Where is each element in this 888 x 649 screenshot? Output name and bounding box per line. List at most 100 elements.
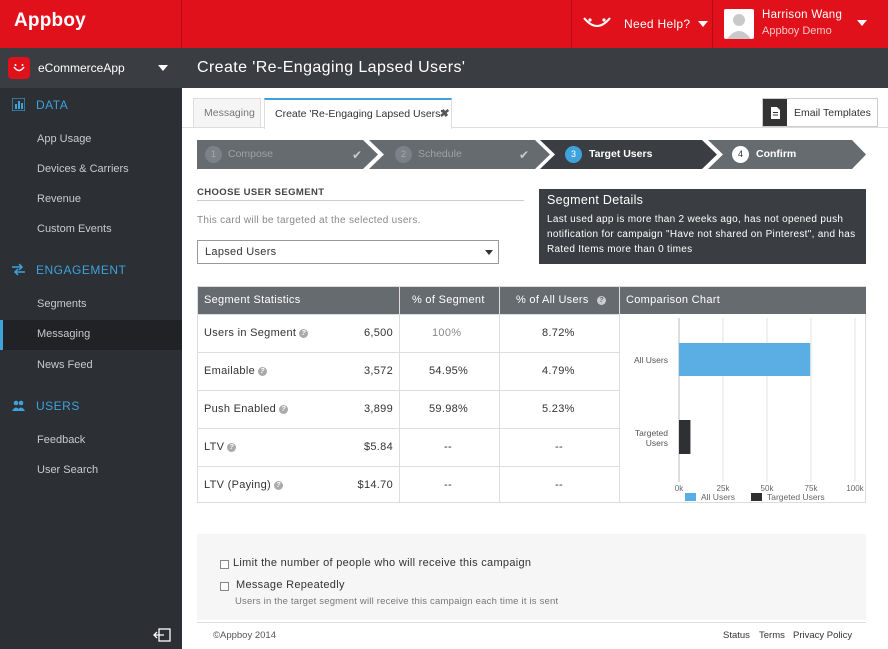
row-pct-segment: -- [444, 441, 452, 453]
chart-legend-swatch [685, 493, 696, 501]
row-label: Push Enabled [204, 403, 277, 415]
step-schedule[interactable]: 2 Schedule ✔ [369, 140, 551, 169]
smile-icon [583, 17, 611, 27]
sidebar-section-label: DATA [36, 98, 69, 112]
checkmark-icon: ✔ [352, 148, 363, 162]
need-help-menu[interactable]: Need Help? [572, 0, 712, 48]
row-value: 6,500 [363, 327, 393, 339]
step-number: 1 [205, 146, 222, 163]
limit-recipients-checkbox[interactable] [220, 560, 229, 569]
tab-label: Messaging [204, 107, 255, 119]
top-header: Appboy Need Help? Harrison Wang Appboy D… [0, 0, 888, 48]
info-icon[interactable]: ? [597, 296, 606, 305]
sidebar-item-news-feed[interactable]: News Feed [0, 351, 182, 381]
row-value: 3,572 [363, 365, 393, 377]
sidebar: eCommerceApp DATA App Usage Devices & Ca… [0, 48, 182, 649]
row-pct-all: -- [555, 441, 563, 453]
sidebar-item-label: Devices & Carriers [37, 163, 129, 175]
wizard-steps: 1 Compose ✔ 2 Schedule ✔ 3 Target Users … [197, 140, 867, 169]
chart-legend-label: Targeted Users [767, 492, 825, 502]
user-menu[interactable]: Harrison Wang Appboy Demo [713, 0, 888, 48]
info-icon[interactable]: ? [273, 481, 283, 490]
row-pct-segment: 59.98% [429, 403, 469, 415]
info-icon[interactable]: ? [279, 405, 289, 414]
column-header: % of All Users ? [516, 287, 616, 314]
bar-chart-icon [12, 98, 25, 111]
chart-legend-label: All Users [701, 492, 735, 502]
segment-details-text: Last used app is more than 2 weeks ago, … [547, 214, 856, 255]
table-row: Users in Segment? 6,500 100% 8.72% [198, 314, 619, 352]
sidebar-section-data[interactable]: DATA [0, 92, 182, 118]
message-repeatedly-label[interactable]: Message Repeatedly [236, 579, 345, 591]
segment-details-title: Segment Details [547, 193, 644, 207]
tab-create-campaign[interactable]: Create 'Re-Engaging Lapsed Users' ✖ [264, 98, 452, 129]
copyright: ©Appboy 2014 [213, 630, 276, 641]
sidebar-item-label: User Search [37, 464, 99, 476]
table-row: Push Enabled? 3,899 59.98% 5.23% [198, 390, 619, 428]
sidebar-item-devices-carriers[interactable]: Devices & Carriers [0, 155, 182, 185]
sidebar-item-custom-events[interactable]: Custom Events [0, 215, 182, 245]
appboy-logo[interactable]: Appboy [14, 10, 86, 32]
sidebar-section-engagement[interactable]: ENGAGEMENT [0, 257, 182, 283]
row-label: LTV (Paying) [204, 479, 271, 491]
limit-recipients-label[interactable]: Limit the number of people who will rece… [233, 557, 531, 569]
footer-link-privacy[interactable]: Privacy Policy [793, 630, 852, 641]
step-compose[interactable]: 1 Compose ✔ [197, 140, 379, 169]
step-target-users[interactable]: 3 Target Users [540, 140, 718, 169]
table-row: Emailable? 3,572 54.95% 4.79% [198, 352, 619, 390]
info-icon[interactable]: ? [258, 367, 268, 376]
row-value: 3,899 [363, 403, 393, 415]
segment-description: This card will be targeted at the select… [197, 215, 421, 226]
table-header: Segment Statistics % of Segment % of All… [198, 287, 619, 314]
message-repeatedly-checkbox[interactable] [220, 582, 229, 591]
sidebar-item-label: Revenue [37, 193, 82, 205]
sidebar-section-label: ENGAGEMENT [36, 263, 127, 277]
chart-legend-swatch [751, 493, 762, 501]
step-confirm[interactable]: 4 Confirm [708, 140, 867, 169]
comparison-chart: 0k 25k 50k 75k 100kAll UsersTargeted UsersAll… [634, 318, 865, 502]
app-switcher[interactable]: eCommerceApp [0, 48, 182, 88]
step-label: Target Users [589, 148, 653, 160]
app-icon [8, 57, 30, 79]
sidebar-section-label: USERS [36, 399, 80, 413]
step-number: 2 [395, 146, 412, 163]
email-templates-button[interactable]: Email Templates [762, 98, 878, 127]
sidebar-item-label: Feedback [37, 434, 86, 446]
chevron-down-icon [158, 65, 168, 71]
row-label: Emailable [204, 365, 256, 377]
avatar [724, 9, 754, 39]
sidebar-item-app-usage[interactable]: App Usage [0, 125, 182, 155]
info-icon[interactable]: ? [227, 443, 237, 452]
app-name: eCommerceApp [38, 61, 125, 75]
sidebar-item-messaging[interactable]: Messaging [0, 320, 182, 350]
delivery-options: Limit the number of people who will rece… [197, 534, 866, 620]
sidebar-item-feedback[interactable]: Feedback [0, 426, 182, 456]
sidebar-section-users[interactable]: USERS [0, 393, 182, 419]
sidebar-item-label: Segments [37, 298, 87, 310]
chart-title: Comparison Chart [626, 294, 721, 306]
footer-link-terms[interactable]: Terms [759, 630, 785, 641]
close-icon[interactable]: ✖ [439, 107, 448, 120]
footer-link-status[interactable]: Status [723, 630, 750, 641]
collapse-sidebar-icon[interactable] [153, 628, 171, 642]
row-label: Users in Segment [204, 327, 297, 339]
sidebar-item-user-search[interactable]: User Search [0, 456, 182, 486]
sidebar-item-label: Custom Events [37, 223, 112, 235]
divider [197, 200, 524, 201]
chart-category-label: Targeted Users [635, 428, 668, 448]
sidebar-item-segments[interactable]: Segments [0, 290, 182, 320]
segment-select[interactable]: Lapsed Users [197, 240, 499, 264]
chevron-down-icon [857, 20, 867, 26]
info-icon[interactable]: ? [299, 329, 309, 338]
row-pct-all: 4.79% [542, 365, 575, 377]
step-number: 4 [732, 146, 749, 163]
tab-label: Create 'Re-Engaging Lapsed Users' [275, 108, 443, 120]
step-number: 3 [565, 146, 582, 163]
header-divider [181, 0, 182, 48]
tab-messaging[interactable]: Messaging [193, 98, 261, 127]
sidebar-item-revenue[interactable]: Revenue [0, 185, 182, 215]
message-repeatedly-help: Users in the target segment will receive… [235, 596, 559, 607]
tabs-bar: Messaging Create 'Re-Engaging Lapsed Use… [182, 88, 888, 129]
step-label: Confirm [756, 148, 797, 160]
table-row: LTV? $5.84 -- -- [198, 428, 619, 466]
